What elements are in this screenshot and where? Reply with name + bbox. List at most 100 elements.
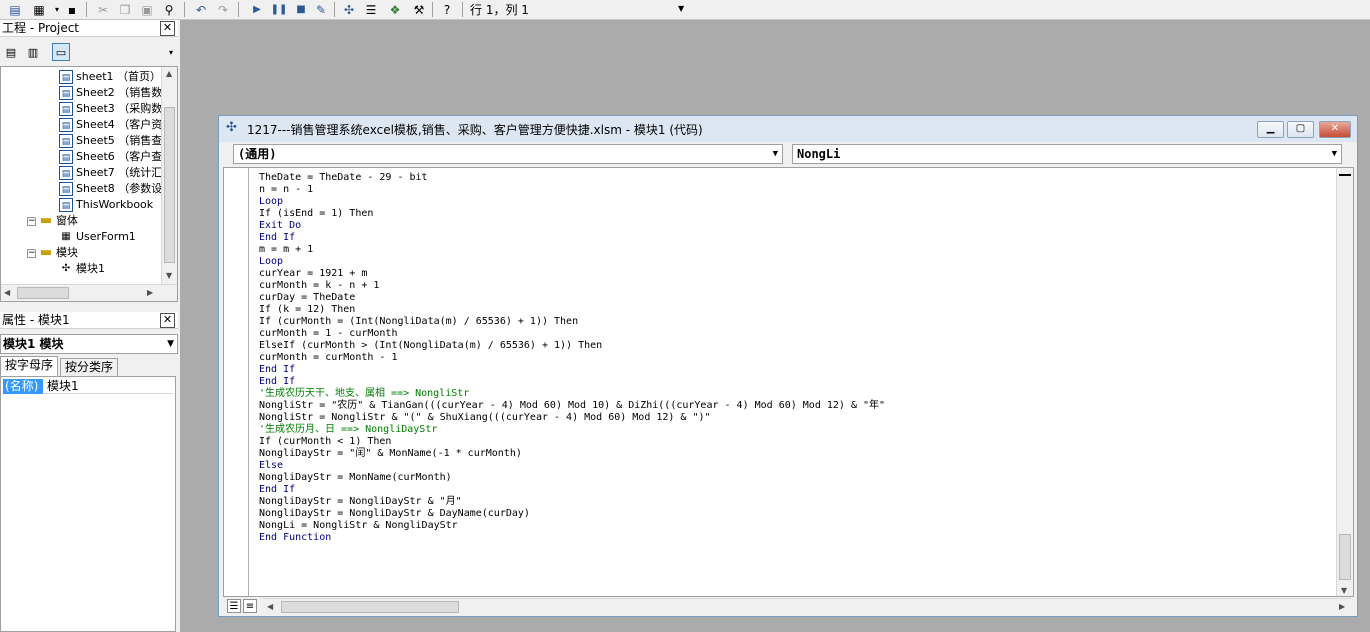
code-line[interactable]: Loop (259, 256, 885, 268)
view-excel-icon[interactable]: ▤ (6, 1, 24, 18)
code-line[interactable]: m = m + 1 (259, 244, 885, 256)
project-explorer-icon[interactable]: ✣ (340, 1, 358, 18)
maximize-icon[interactable]: ▢ (1287, 121, 1314, 138)
code-line[interactable]: curMonth = k - n + 1 (259, 280, 885, 292)
undo-icon[interactable]: ↶ (192, 1, 210, 18)
code-line[interactable]: End If (259, 364, 885, 376)
tree-item[interactable]: ▤ sheet1 （首页） (59, 69, 161, 85)
toolbox-icon[interactable]: ⚒ (410, 1, 428, 18)
reset-icon[interactable]: ■ (292, 1, 310, 18)
redo-icon[interactable]: ↷ (214, 1, 232, 18)
code-line[interactable]: End If (259, 484, 885, 496)
tab-categorized[interactable]: 按分类序 (60, 358, 119, 377)
procedure-combo-chevron-icon[interactable]: ▼ (1332, 145, 1337, 163)
run-icon[interactable]: ▶ (248, 1, 266, 18)
find-icon[interactable]: ⚲ (160, 1, 178, 18)
object-combo[interactable]: (通用) ▼ (233, 144, 783, 164)
insert-module-icon[interactable]: ▦ (30, 1, 48, 18)
collapse-toggle-icon[interactable]: − (27, 216, 36, 226)
code-line[interactable]: '生成农历天干、地支、属相 ==> NongliStr (259, 388, 885, 400)
property-row-name[interactable]: (名称) 模块1 (3, 379, 173, 394)
tree-item[interactable]: ▤ Sheet3 （采购数 (59, 101, 162, 117)
object-combo-chevron-icon[interactable]: ▼ (773, 145, 778, 163)
code-horizontal-scrollbar[interactable]: ◀ ▶ (263, 598, 1351, 615)
tree-item[interactable]: ▤ Sheet5 （销售查 (59, 133, 162, 149)
code-line[interactable]: curYear = 1921 + m (259, 268, 885, 280)
procedure-view-icon[interactable]: ☰ (227, 599, 241, 613)
project-close-icon[interactable]: ✕ (160, 21, 175, 36)
tree-item[interactable]: ▤ Sheet2 （销售数 (59, 85, 162, 101)
tree-item[interactable]: − ▬ 模块 (27, 245, 78, 261)
design-mode-icon[interactable]: ✎ (312, 1, 330, 18)
code-line[interactable]: End If (259, 376, 885, 388)
code-line[interactable]: n = n - 1 (259, 184, 885, 196)
tree-item[interactable]: ▤ Sheet4 （客户资 (59, 117, 162, 133)
standard-toolbar: ▤ ▦ ▾ ▪ ✂ ❐ ▣ ⚲ ↶ ↷ ▶ ❚❚ ■ ✎ ✣ ☰ ❖ ⚒ ? 行… (0, 0, 1370, 20)
tree-item[interactable]: − ▬ 窗体 (27, 213, 78, 229)
toggle-folders-icon[interactable]: ▭ (52, 43, 70, 61)
tree-item-label: Sheet5 （销售查 (76, 134, 163, 147)
code-line[interactable]: NongliStr = NongliStr & "(" & ShuXiang((… (259, 412, 885, 424)
project-toolbar-chevron-icon[interactable]: ▾ (162, 43, 180, 61)
code-line[interactable]: '生成农历月、日 ==> NongliDayStr (259, 424, 885, 436)
code-line[interactable]: NongliDayStr = NongliDayStr & DayName(cu… (259, 508, 885, 520)
code-line[interactable]: NongliDayStr = NongliDayStr & "月" (259, 496, 885, 508)
tree-vertical-scrollbar[interactable]: ▲ ▼ (161, 67, 177, 285)
tab-alphabetic[interactable]: 按字母序 (0, 356, 59, 377)
code-line[interactable]: NongliDayStr = "闰" & MonName(-1 * curMon… (259, 448, 885, 460)
code-line[interactable]: curMonth = curMonth - 1 (259, 352, 885, 364)
help-icon[interactable]: ? (438, 1, 456, 18)
margin-indicator-bar[interactable] (224, 168, 249, 596)
code-line[interactable]: Exit Do (259, 220, 885, 232)
view-code-icon[interactable]: ▤ (2, 43, 20, 61)
tree-item[interactable]: ✣ 模块1 (59, 261, 105, 277)
tree-item[interactable]: ▤ ThisWorkbook (59, 197, 153, 213)
tree-item[interactable]: ▤ Sheet8 （参数设 (59, 181, 162, 197)
break-icon[interactable]: ❚❚ (270, 1, 288, 18)
collapse-toggle-icon[interactable]: − (27, 248, 36, 258)
module-icon: ✣ (226, 120, 237, 135)
code-line[interactable]: If (curMonth < 1) Then (259, 436, 885, 448)
paste-icon[interactable]: ▣ (138, 1, 156, 18)
code-line[interactable]: End Function (259, 532, 885, 544)
object-browser-icon[interactable]: ❖ (386, 1, 404, 18)
code-line[interactable]: curDay = TheDate (259, 292, 885, 304)
code-line[interactable]: curMonth = 1 - curMonth (259, 328, 885, 340)
code-line[interactable]: ElseIf (curMonth > (Int(NongliData(m) / … (259, 340, 885, 352)
code-line[interactable]: TheDate = TheDate - 29 - bit (259, 172, 885, 184)
code-line[interactable]: If (k = 12) Then (259, 304, 885, 316)
code-line[interactable]: NongliDayStr = MonName(curMonth) (259, 472, 885, 484)
minimize-icon[interactable]: ▁ (1257, 121, 1284, 138)
tree-horizontal-scrollbar[interactable]: ◀ ▶ (1, 284, 177, 301)
toolbar-options-chevron-icon[interactable]: ▼ (678, 4, 684, 13)
tree-item[interactable]: ▤ Sheet7 （统计汇 (59, 165, 162, 181)
form-icon: ▦ (61, 231, 71, 242)
properties-object-select[interactable]: 模块1 模块 ▼ (0, 334, 178, 354)
code-line[interactable]: NongLi = NongliStr & NongliDayStr (259, 520, 885, 532)
code-lines[interactable]: TheDate = TheDate - 29 - bit n = n - 1 Loo… (259, 172, 885, 544)
close-icon[interactable]: ✕ (1319, 121, 1351, 138)
code-line[interactable]: Else (259, 460, 885, 472)
properties-close-icon[interactable]: ✕ (160, 313, 175, 328)
code-line[interactable]: End If (259, 232, 885, 244)
tree-item[interactable]: ▤ Sheet6 （客户查 (59, 149, 162, 165)
copy-icon[interactable]: ❐ (116, 1, 134, 18)
code-line[interactable]: NongliStr = "农历" & TianGan(((curYear - 4… (259, 400, 885, 412)
code-line[interactable]: If (curMonth = (Int(NongliData(m) / 6553… (259, 316, 885, 328)
code-vertical-scrollbar[interactable]: ▼ (1336, 168, 1353, 596)
properties-object-chevron-icon[interactable]: ▼ (167, 335, 174, 353)
project-toolbar: ▤ ▥ ▭ ▾ (0, 40, 178, 64)
code-line[interactable]: If (isEnd = 1) Then (259, 208, 885, 220)
tree-item[interactable]: ▦ UserForm1 (59, 229, 136, 245)
property-value[interactable]: 模块1 (47, 379, 79, 394)
code-window-titlebar[interactable]: ✣ 1217---销售管理系统excel模板,销售、采购、客户管理方便快捷.xl… (219, 116, 1357, 142)
cut-icon[interactable]: ✂ (94, 1, 112, 18)
full-module-view-icon[interactable]: ≡ (243, 599, 257, 613)
code-line[interactable]: Loop (259, 196, 885, 208)
view-object-icon[interactable]: ▥ (24, 43, 42, 61)
code-editor[interactable]: TheDate = TheDate - 29 - bit n = n - 1 Loo… (223, 167, 1354, 597)
tree-item-label: UserForm1 (76, 230, 136, 243)
save-icon[interactable]: ▪ (63, 1, 81, 18)
procedure-combo[interactable]: NongLi ▼ (792, 144, 1342, 164)
properties-icon[interactable]: ☰ (362, 1, 380, 18)
